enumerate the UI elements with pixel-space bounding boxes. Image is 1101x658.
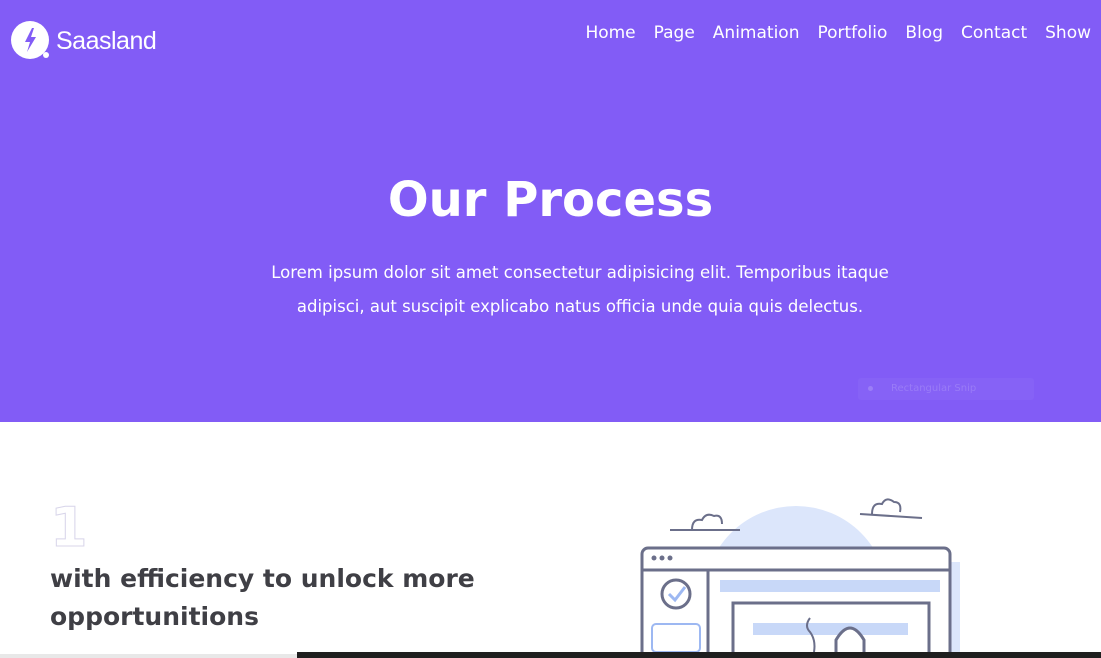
snip-tooltip-label: Rectangular Snip bbox=[891, 383, 977, 394]
nav-item-home[interactable]: Home bbox=[585, 21, 635, 45]
nav-item-animation[interactable]: Animation bbox=[713, 21, 800, 45]
brand-name: Saasland bbox=[56, 27, 157, 55]
snip-tooltip: Rectangular Snip bbox=[858, 378, 1034, 400]
nav-item-page[interactable]: Page bbox=[654, 21, 695, 45]
tooltip-dot-icon bbox=[868, 385, 873, 391]
taskbar bbox=[297, 652, 1101, 658]
hero-description: Lorem ipsum dolor sit amet consectetur a… bbox=[250, 256, 910, 324]
hero-section: Saasland Home Page Animation Portfolio B… bbox=[0, 0, 1101, 422]
nav-item-contact[interactable]: Contact bbox=[961, 21, 1027, 45]
nav-item-portfolio[interactable]: Portfolio bbox=[817, 21, 887, 45]
page-title: Our Process bbox=[387, 172, 714, 228]
taskbar-left bbox=[0, 654, 297, 658]
step-heading: with efficiency to unlock more opportuni… bbox=[50, 564, 475, 631]
step-number: 1 bbox=[50, 496, 89, 559]
hero-description-line-1: Lorem ipsum dolor sit amet consectetur a… bbox=[271, 263, 889, 282]
nav-item-blog[interactable]: Blog bbox=[905, 21, 943, 45]
nav-item-show[interactable]: Show bbox=[1045, 21, 1091, 45]
main-nav: Home Page Animation Portfolio Blog Conta… bbox=[567, 21, 1091, 45]
hero-description-line-2: adipisci, aut suscipit explicabo natus o… bbox=[296, 297, 864, 316]
lightning-bolt-icon bbox=[10, 20, 52, 62]
site-logo[interactable]: Saasland bbox=[10, 20, 157, 62]
browser-window-illustration bbox=[600, 490, 990, 658]
